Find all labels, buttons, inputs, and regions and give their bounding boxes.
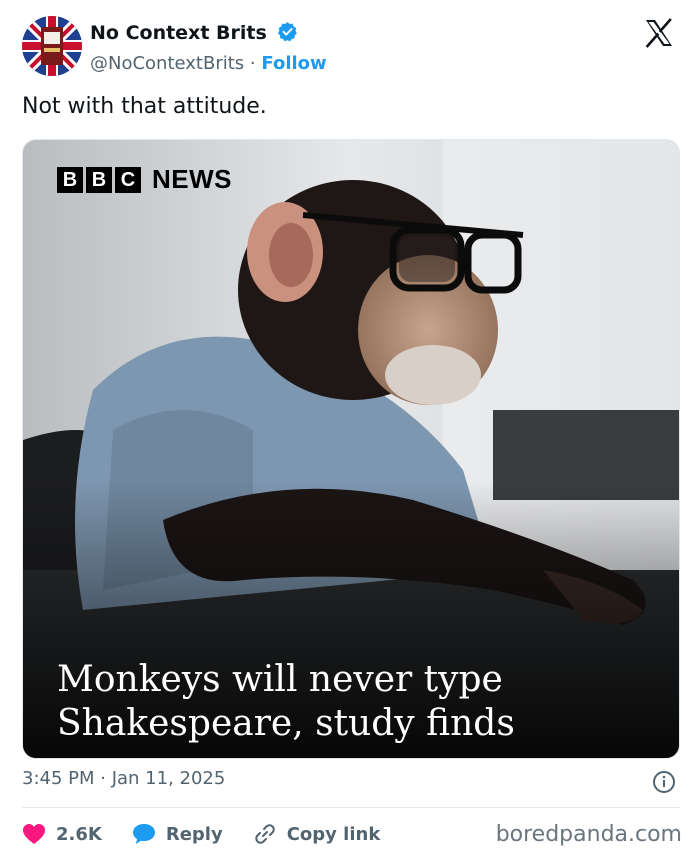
handle[interactable]: @NoContextBrits — [90, 53, 244, 74]
verified-badge-icon — [277, 21, 298, 49]
x-logo-icon[interactable] — [642, 16, 676, 50]
copy-link-button[interactable]: Copy link — [253, 822, 381, 846]
heart-icon — [23, 824, 45, 844]
like-button[interactable]: 2.6K — [22, 823, 102, 845]
display-name[interactable]: No Context Brits — [90, 22, 267, 44]
reply-bubble-icon — [132, 824, 155, 844]
media-headline: Monkeys will never type Shakespeare, stu… — [57, 658, 659, 746]
follow-button[interactable]: Follow — [261, 53, 326, 74]
bbc-news-logo: B B C NEWS — [57, 164, 232, 195]
like-count: 2.6K — [56, 823, 102, 845]
info-icon[interactable] — [652, 770, 676, 794]
reply-button[interactable]: Reply — [132, 823, 223, 845]
copy-link-label: Copy link — [286, 823, 381, 845]
tweet-text: Not with that attitude. — [22, 94, 267, 119]
headline-line-1: Monkeys will never type — [57, 659, 503, 700]
tweet-header: No Context Brits @NoContextBrits · Follo… — [22, 16, 680, 78]
tweet-timestamp[interactable]: 3:45 PM · Jan 11, 2025 — [22, 766, 225, 792]
divider — [22, 807, 680, 808]
author-names: No Context Brits @NoContextBrits · Follo… — [90, 20, 327, 77]
bbc-letter-3: C — [115, 166, 141, 193]
avatar[interactable] — [22, 16, 82, 76]
display-name-row[interactable]: No Context Brits — [90, 20, 327, 49]
handle-separator: · — [249, 53, 256, 74]
headline-line-2: Shakespeare, study finds — [57, 703, 515, 744]
tweet-actions: 2.6K Reply Copy link — [22, 818, 410, 850]
bbc-letter-2: B — [86, 166, 112, 193]
bbc-letter-1: B — [57, 166, 83, 193]
bbc-news-word: NEWS — [152, 164, 232, 194]
boredpanda-watermark: boredpanda.com — [495, 822, 682, 847]
link-icon — [254, 824, 275, 844]
handle-line: @NoContextBrits · Follow — [90, 51, 327, 77]
tweet-media[interactable]: B B C NEWS Monkeys will never type Shake… — [22, 139, 680, 759]
reply-label: Reply — [165, 823, 223, 845]
